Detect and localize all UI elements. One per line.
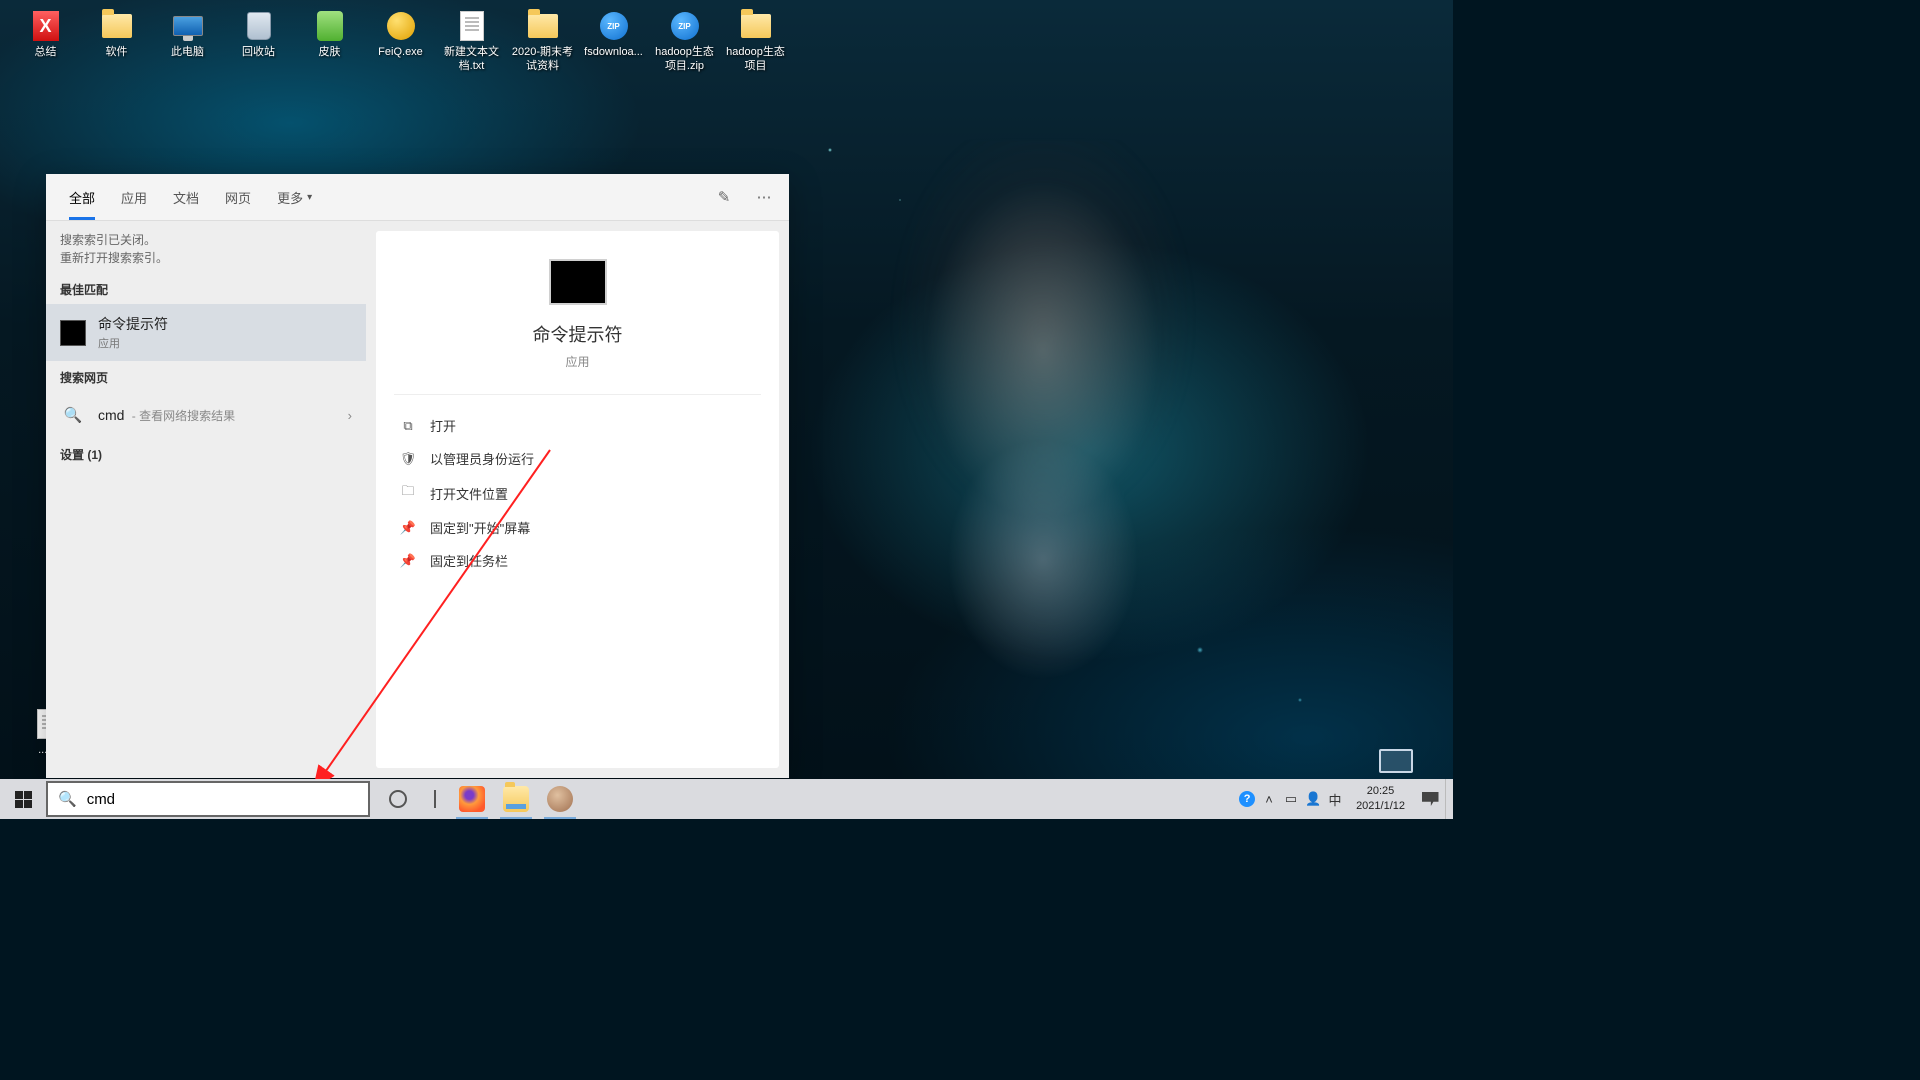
tray-clock[interactable]: 20:25 2021/1/12 [1346,784,1415,814]
taskbar-app-other[interactable] [538,779,582,819]
feedback-icon[interactable]: ✎ [707,180,741,214]
tray-help-icon[interactable]: ? [1236,779,1258,819]
chevron-right-icon: › [348,408,352,423]
desktop-icon-label: hadoop生态项目 [722,46,789,74]
action-pin-start[interactable]: 📌固定到"开始"屏幕 [386,511,769,544]
result-detail-card: 命令提示符 应用 ⧉打开 🛡以管理员身份运行 🗀打开文件位置 📌固定到"开始"屏… [376,231,779,768]
desktop-icon-label: 2020-期末考试资料 [509,46,576,74]
search-index-notice: 搜索索引已关闭。 重新打开搜索索引。 [46,221,366,273]
desktop-icon-label: 软件 [106,46,128,60]
desktop-icon-pc[interactable]: 此电脑 [152,5,223,78]
desktop-icons-row: X总结软件 此电脑 回收站 皮肤 FeiQ.exe 新建文本文档.txt2020-期末考试… [0,0,1453,83]
desktop-icon-zip[interactable]: ZIPhadoop生态项目.zip [649,5,720,78]
search-icon: 🔍 [60,402,86,428]
more-icon[interactable]: ⋯ [747,180,781,214]
desktop-icon-label: hadoop生态项目.zip [651,46,718,74]
action-open[interactable]: ⧉打开 [386,409,769,442]
tray-user-icon[interactable]: 👤 [1302,779,1324,819]
tab-docs[interactable]: 文档 [160,174,212,220]
search-left-pane: 搜索索引已关闭。 重新打开搜索索引。 最佳匹配 命令提示符 应用 搜索网页 🔍 … [46,221,366,778]
desktop-icon-skin[interactable]: 皮肤 [294,5,365,78]
taskbar-search-box[interactable]: 🔍 [46,781,370,817]
desktop-icon-folder[interactable]: hadoop生态项目 [720,5,791,78]
desktop-icon-folder[interactable]: 2020-期末考试资料 [507,5,578,78]
desktop-icon-folder[interactable]: 软件 [81,5,152,78]
desktop-icon-exe[interactable]: FeiQ.exe [365,5,436,78]
tray-battery-icon[interactable]: ▭ [1280,779,1302,819]
desktop-icon-label: 新建文本文档.txt [438,46,505,74]
desktop-icon-label: 回收站 [242,46,275,60]
pin-icon: 📌 [400,553,416,569]
task-view-button[interactable] [420,779,450,819]
folder-icon: 🗀 [400,482,416,504]
pin-icon: 📌 [400,520,416,536]
best-match-header: 最佳匹配 [46,273,366,304]
notification-icon [1422,792,1439,806]
system-tray: ? ˄ ▭ 👤 中 20:25 2021/1/12 [1236,779,1453,819]
taskview-icon [434,790,436,808]
tray-chevron-up-icon[interactable]: ˄ [1258,779,1280,819]
open-icon: ⧉ [400,418,416,434]
tab-more[interactable]: 更多▾ [264,174,325,220]
result-cmd[interactable]: 命令提示符 应用 [46,304,366,361]
app-avatar-icon [547,786,573,812]
card-title: 命令提示符 [533,321,623,347]
action-pin-taskbar[interactable]: 📌固定到任务栏 [386,544,769,577]
action-open-location[interactable]: 🗀打开文件位置 [386,475,769,511]
show-desktop-button[interactable] [1445,779,1451,819]
search-tabs: 全部 应用 文档 网页 更多▾ ✎ ⋯ [46,174,789,221]
file-explorer-icon [503,786,529,812]
tab-web[interactable]: 网页 [212,174,264,220]
taskbar-app-explorer[interactable] [494,779,538,819]
web-result-cmd[interactable]: 🔍 cmd - 查看网络搜索结果 › [46,392,366,438]
desktop-icon-label: 此电脑 [171,46,204,60]
taskbar: 🔍 ? ˄ ▭ 👤 中 20:25 2021/1/12 [0,779,1453,819]
start-search-panel: 全部 应用 文档 网页 更多▾ ✎ ⋯ 搜索索引已关闭。 重新打开搜索索引。 最… [46,174,789,778]
search-web-header: 搜索网页 [46,361,366,392]
firefox-icon [459,786,485,812]
tab-apps[interactable]: 应用 [108,174,160,220]
cmd-icon [60,320,86,346]
chevron-down-icon: ▾ [307,192,312,203]
cortana-button[interactable] [376,779,420,819]
result-title: 命令提示符 [98,314,168,334]
admin-icon: 🛡 [400,451,416,467]
desktop-icon-x[interactable]: X总结 [10,5,81,78]
desktop-icon-zip[interactable]: ZIPfsdownloa... [578,5,649,78]
result-sub: 应用 [98,335,168,351]
cmd-large-icon [549,259,607,305]
card-sub: 应用 [565,353,589,370]
tray-notifications[interactable] [1415,792,1445,806]
settings-header: 设置 (1) [46,438,366,469]
search-icon: 🔍 [58,790,77,808]
project-button[interactable] [1379,749,1413,773]
wallpaper-figure [833,140,1253,740]
windows-logo-icon [15,791,32,808]
search-right-pane: 命令提示符 应用 ⧉打开 🛡以管理员身份运行 🗀打开文件位置 📌固定到"开始"屏… [366,221,789,778]
cortana-icon [389,790,407,808]
tray-date: 2021/1/12 [1356,799,1405,814]
start-button[interactable] [0,779,46,819]
desktop-icon-label: 总结 [35,46,57,60]
action-run-admin[interactable]: 🛡以管理员身份运行 [386,442,769,475]
taskbar-app-firefox[interactable] [450,779,494,819]
desktop-icon-label: 皮肤 [319,46,341,60]
tray-time: 20:25 [1356,784,1405,799]
search-input[interactable] [87,791,358,808]
tray-ime[interactable]: 中 [1324,779,1346,819]
tab-all[interactable]: 全部 [56,174,108,220]
desktop-icon-label: FeiQ.exe [378,46,423,60]
desktop-icon-bin[interactable]: 回收站 [223,5,294,78]
desktop-icon-label: fsdownloa... [584,46,643,60]
desktop-icon-txt[interactable]: 新建文本文档.txt [436,5,507,78]
